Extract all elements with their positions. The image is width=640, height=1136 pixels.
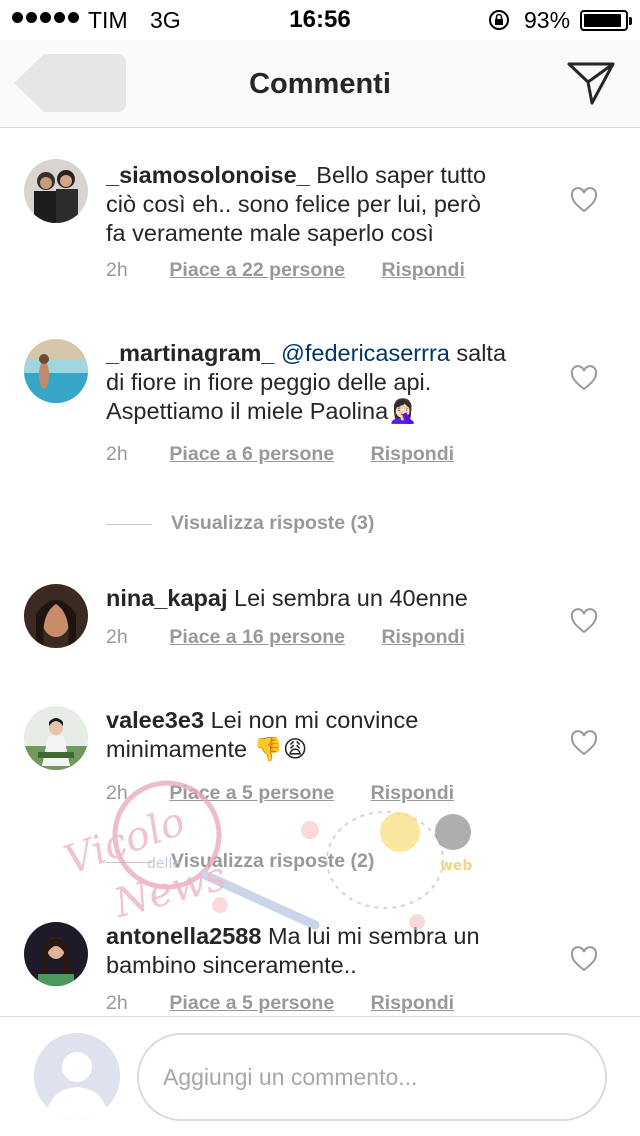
view-replies-button[interactable]: Visualizza risposte (2) — [0, 848, 640, 878]
comment-line: Lei non mi convince — [210, 707, 419, 733]
comment-username[interactable]: valee3e3 — [106, 707, 204, 733]
likes-link[interactable]: Piace a 5 persone — [169, 782, 334, 804]
avatar[interactable] — [24, 922, 88, 986]
reply-link[interactable]: Rispondi — [381, 626, 464, 648]
comment-time: 2h — [106, 259, 128, 281]
avatar[interactable] — [24, 584, 88, 648]
likes-link[interactable]: Piace a 22 persone — [169, 259, 345, 281]
comment-line: Bello saper tutto — [316, 162, 487, 188]
comment-input[interactable] — [137, 1033, 607, 1121]
comment-line: ciò così eh.. sono felice per lui, però — [106, 191, 481, 217]
likes-link[interactable]: Piace a 5 persone — [169, 992, 334, 1014]
comment-meta: 2h Piace a 5 persone Rispondi — [106, 992, 485, 1015]
battery-level-fill — [584, 14, 622, 27]
comment-time: 2h — [106, 782, 128, 804]
default-avatar-icon[interactable] — [34, 1033, 120, 1119]
comment-meta: 2h Piace a 5 persone Rispondi — [106, 782, 485, 805]
comment-line: minimamente 👎😩 — [106, 736, 308, 762]
reply-link[interactable]: Rispondi — [371, 443, 454, 465]
battery-icon — [580, 10, 632, 31]
likes-link[interactable]: Piace a 6 persone — [169, 443, 334, 465]
avatar[interactable] — [24, 339, 88, 403]
view-replies-label[interactable]: Visualizza risposte (2) — [171, 850, 374, 873]
heart-icon[interactable] — [570, 730, 598, 756]
avatar[interactable] — [24, 706, 88, 770]
comment-line: bambino sinceramente.. — [106, 952, 357, 978]
status-bar: TIM 3G 16:56 93% — [0, 0, 640, 40]
comment-line: Ma lui mi sembra un — [267, 923, 480, 949]
comment-meta: 2h Piace a 16 persone Rispondi — [106, 626, 496, 649]
navigation-bar: Commenti — [0, 40, 640, 128]
comment-username[interactable]: antonella2588 — [106, 923, 261, 949]
comment-meta: 2h Piace a 6 persone Rispondi — [106, 443, 485, 466]
comment-text: nina_kapaj Lei sembra un 40enne — [106, 584, 546, 613]
mention-link[interactable]: @federicaserrra — [281, 340, 450, 366]
reply-link[interactable]: Rispondi — [381, 259, 464, 281]
likes-link[interactable]: Piace a 16 persone — [169, 626, 345, 648]
comment-meta: 2h Piace a 22 persone Rispondi — [106, 259, 496, 282]
heart-icon[interactable] — [570, 365, 598, 391]
comment-time: 2h — [106, 443, 128, 465]
divider — [106, 524, 152, 525]
page-title: Commenti — [249, 68, 391, 100]
comment-line: di fiore in fiore peggio delle api. — [106, 369, 432, 395]
comment-time: 2h — [106, 992, 128, 1014]
heart-icon[interactable] — [570, 608, 598, 634]
comment-line: Lei sembra un 40enne — [234, 585, 468, 611]
comments-list: _siamosolonoise_ Bello saper tutto ciò c… — [0, 129, 640, 1016]
comment-username[interactable]: _martinagram_ — [106, 340, 275, 366]
divider — [106, 862, 152, 863]
comment-text: antonella2588 Ma lui mi sembra un bambin… — [106, 922, 546, 980]
paper-plane-icon[interactable] — [566, 60, 616, 106]
comment-username[interactable]: nina_kapaj — [106, 585, 227, 611]
comment-text: valee3e3 Lei non mi convince minimamente… — [106, 706, 546, 764]
comment-time: 2h — [106, 626, 128, 648]
comment-line: salta — [449, 340, 507, 366]
comment-line: Aspettiamo il miele Paolina🤦🏻‍♀️ — [106, 398, 418, 424]
rotation-lock-icon — [489, 10, 509, 30]
comment-username[interactable]: _siamosolonoise_ — [106, 162, 310, 188]
battery-percent: 93% — [524, 7, 571, 33]
reply-link[interactable]: Rispondi — [371, 992, 454, 1014]
heart-icon[interactable] — [570, 187, 598, 213]
comment-composer — [0, 1016, 640, 1136]
view-replies-label[interactable]: Visualizza risposte (3) — [171, 512, 374, 535]
comment-text: _martinagram_ @federicaserrra salta di f… — [106, 339, 546, 426]
heart-icon[interactable] — [570, 946, 598, 972]
view-replies-button[interactable]: Visualizza risposte (3) — [0, 510, 640, 540]
comment-text: _siamosolonoise_ Bello saper tutto ciò c… — [106, 161, 546, 248]
reply-link[interactable]: Rispondi — [371, 782, 454, 804]
comment-line: fa veramente male saperlo così — [106, 220, 434, 246]
avatar[interactable] — [24, 159, 88, 223]
